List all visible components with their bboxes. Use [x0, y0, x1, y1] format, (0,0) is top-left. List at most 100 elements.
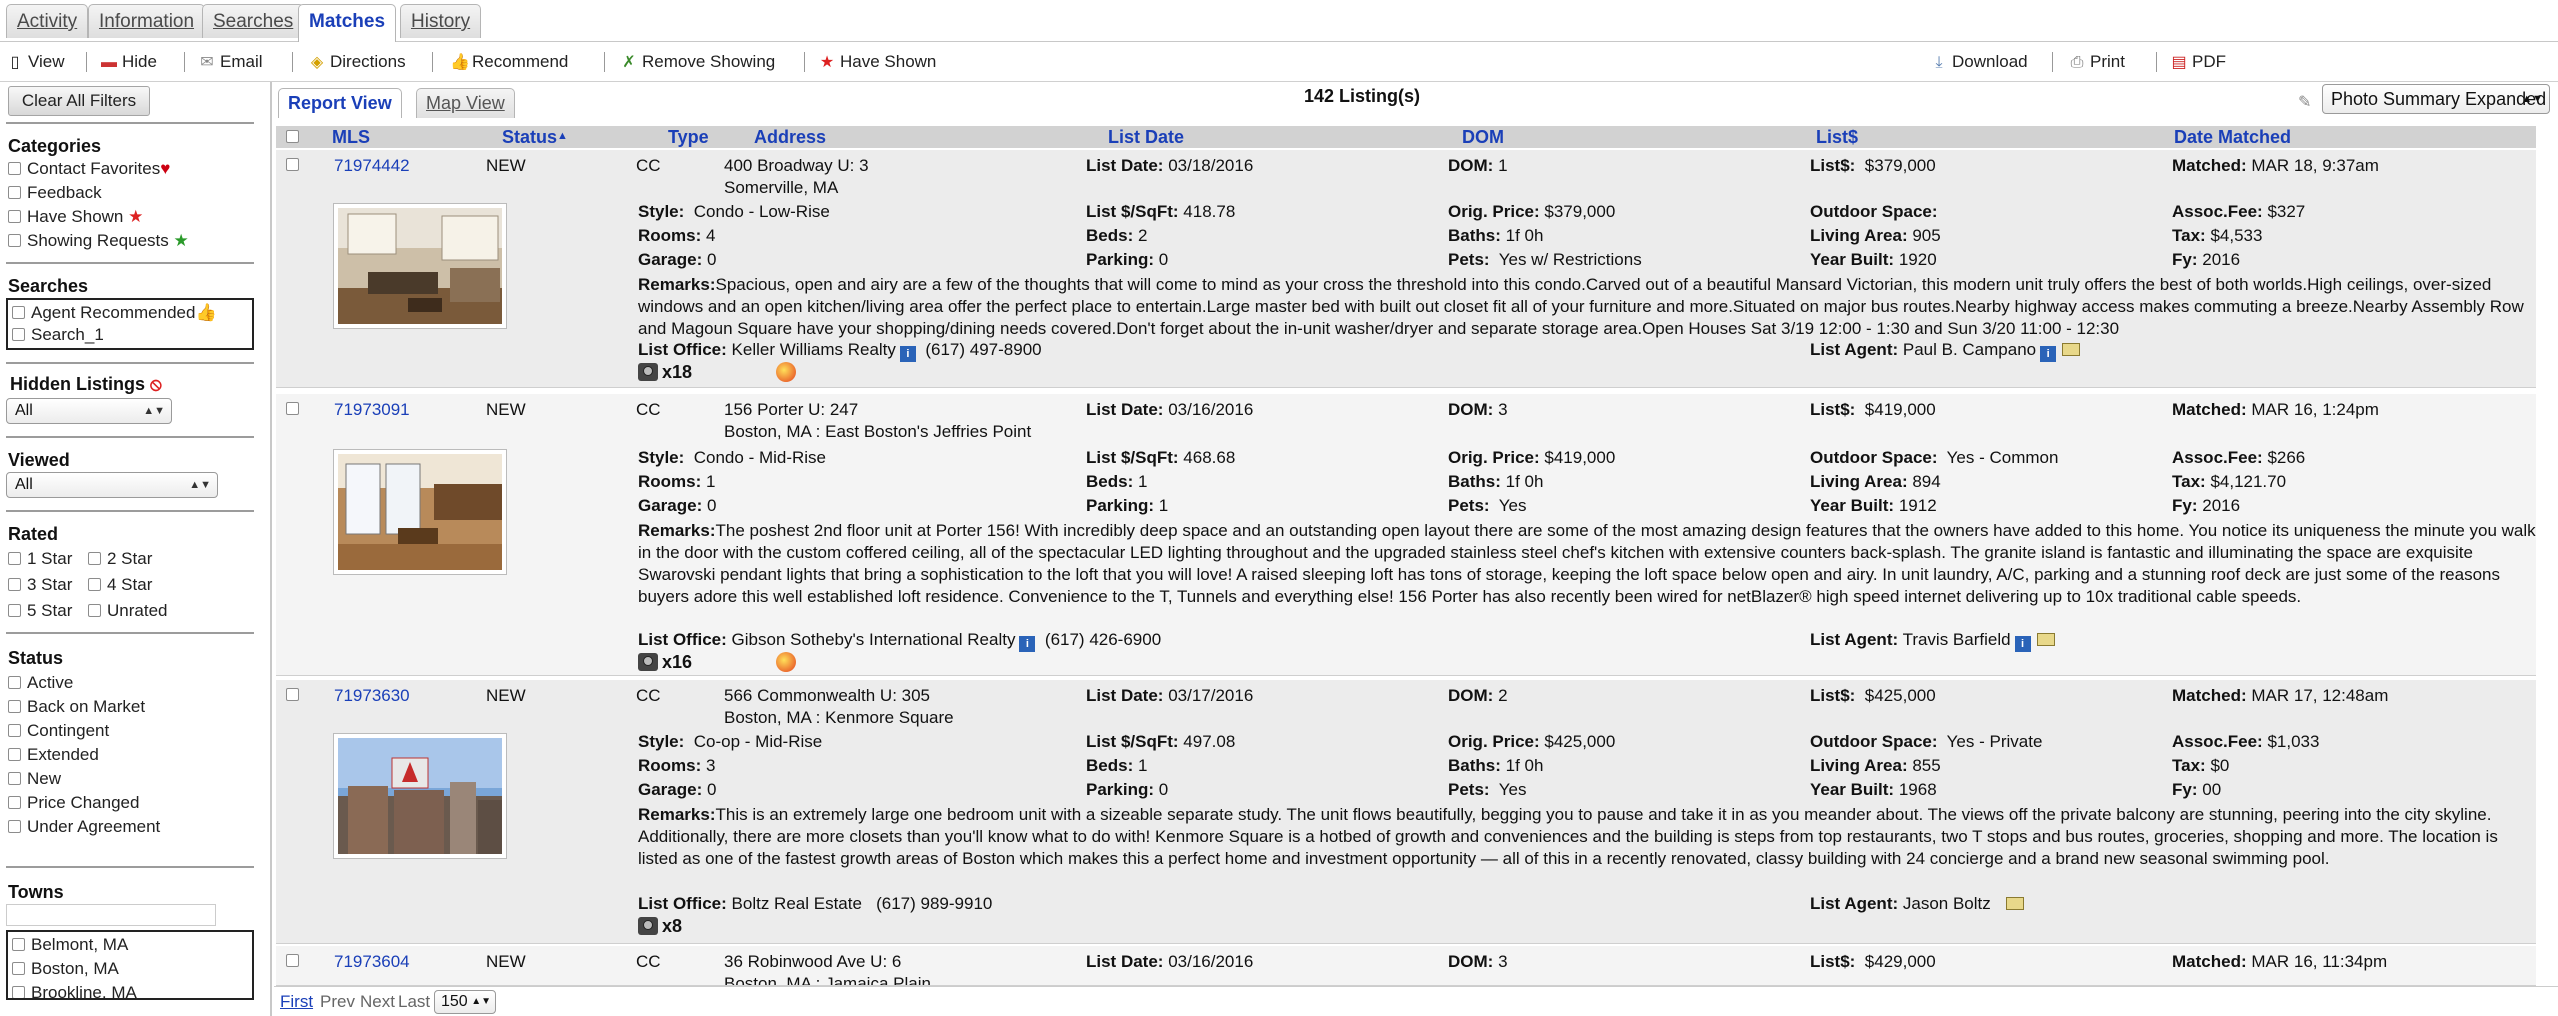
column-list-price[interactable]: List$ [1816, 127, 1858, 148]
column-date-matched[interactable]: Date Matched [2174, 127, 2291, 148]
view-button[interactable]: ▯ View [6, 50, 65, 74]
row-checkbox[interactable] [286, 954, 299, 967]
print-button[interactable]: ⎙ Print [2068, 50, 2125, 74]
checkbox[interactable] [8, 210, 21, 223]
column-address[interactable]: Address [754, 127, 826, 148]
hidden-listings-select[interactable]: All ▲▼ [6, 398, 172, 424]
mls-link[interactable]: 71974442 [334, 156, 410, 176]
checkbox[interactable] [8, 724, 21, 737]
page-size-select[interactable]: 150 ▲▼ [434, 990, 496, 1014]
directions-button[interactable]: ◈ Directions [308, 50, 406, 74]
category-contact-favorites[interactable]: Contact Favorites♥ [8, 158, 170, 180]
status-under-agreement[interactable]: Under Agreement [8, 816, 160, 838]
rated-4-star[interactable]: 4 Star [88, 574, 152, 596]
checkbox[interactable] [88, 578, 101, 591]
checkbox[interactable] [8, 186, 21, 199]
checkbox[interactable] [88, 604, 101, 617]
checkbox[interactable] [12, 306, 25, 319]
first-page-link[interactable]: First [280, 992, 313, 1012]
mls-link[interactable]: 71973604 [334, 952, 410, 972]
checkbox[interactable] [88, 552, 101, 565]
email-button[interactable]: ✉ Email [198, 50, 262, 74]
last-page-link[interactable]: Last [398, 992, 430, 1012]
towns-search-input[interactable] [6, 904, 216, 926]
email-agent-icon[interactable] [2006, 897, 2025, 910]
tab-history[interactable]: History [400, 4, 482, 38]
tab-searches[interactable]: Searches [202, 4, 305, 38]
recommend-button[interactable]: 👍 Recommend [450, 50, 568, 74]
column-status[interactable]: Status▲ [502, 127, 568, 148]
search-search-1[interactable]: Search_1 [12, 324, 104, 346]
checkbox[interactable] [8, 234, 21, 247]
status-price-changed[interactable]: Price Changed [8, 792, 139, 814]
office-info-icon[interactable]: i [1019, 636, 1036, 652]
tab-matches[interactable]: Matches [298, 4, 397, 42]
hide-button[interactable]: ▬ Hide [100, 50, 157, 74]
view-format-select[interactable]: Photo Summary Expanded ▲▼ [2322, 84, 2550, 114]
column-type[interactable]: Type [668, 127, 709, 148]
rated-1-star[interactable]: 1 Star [8, 548, 72, 570]
office-info-icon[interactable]: i [899, 346, 916, 362]
pdf-button[interactable]: ▤ PDF [2170, 50, 2226, 74]
row-checkbox[interactable] [286, 158, 299, 171]
column-list-date[interactable]: List Date [1108, 127, 1184, 148]
favorite-icon[interactable] [774, 650, 802, 672]
photo-count[interactable]: x16 [638, 652, 692, 673]
checkbox[interactable] [8, 162, 21, 175]
tab-map-view[interactable]: Map View [416, 88, 515, 118]
next-page-link[interactable]: Next [360, 992, 395, 1012]
checkbox[interactable] [12, 986, 25, 998]
photo-count[interactable]: x18 [638, 362, 692, 383]
agent-info-icon[interactable]: i [2014, 636, 2031, 652]
rated-unrated[interactable]: Unrated [88, 600, 167, 622]
listing-photo[interactable] [334, 450, 506, 574]
select-all-checkbox[interactable] [286, 130, 299, 143]
column-dom[interactable]: DOM [1462, 127, 1504, 148]
town-boston[interactable]: Boston, MA [12, 958, 119, 980]
rated-2-star[interactable]: 2 Star [88, 548, 152, 570]
status-back-on-market[interactable]: Back on Market [8, 696, 145, 718]
checkbox[interactable] [8, 676, 21, 689]
column-mls[interactable]: MLS [332, 127, 370, 148]
checkbox[interactable] [8, 552, 21, 565]
status-active[interactable]: Active [8, 672, 73, 694]
checkbox[interactable] [12, 328, 25, 341]
mls-link[interactable]: 71973630 [334, 686, 410, 706]
mls-link[interactable]: 71973091 [334, 400, 410, 420]
listing-photo[interactable] [334, 734, 506, 858]
row-checkbox[interactable] [286, 402, 299, 415]
rated-3-star[interactable]: 3 Star [8, 574, 72, 596]
town-belmont[interactable]: Belmont, MA [12, 934, 128, 956]
tab-information[interactable]: Information [88, 4, 206, 38]
checkbox[interactable] [8, 772, 21, 785]
status-contingent[interactable]: Contingent [8, 720, 109, 742]
status-new[interactable]: New [8, 768, 61, 790]
listing-photo[interactable] [334, 204, 506, 328]
photo-count[interactable]: x8 [638, 916, 682, 937]
search-agent-recommended[interactable]: Agent Recommended👍 [12, 302, 217, 324]
checkbox[interactable] [8, 578, 21, 591]
checkbox[interactable] [8, 604, 21, 617]
checkbox[interactable] [8, 820, 21, 833]
clear-filters-button[interactable]: Clear All Filters [8, 86, 150, 116]
town-brookline[interactable]: Brookline, MA [12, 982, 137, 998]
download-button[interactable]: ⤓ Download [1930, 50, 2027, 74]
row-checkbox[interactable] [286, 688, 299, 701]
status-extended[interactable]: Extended [8, 744, 99, 766]
tab-report-view[interactable]: Report View [278, 88, 402, 118]
category-showing-requests[interactable]: Showing Requests ★ [8, 230, 189, 252]
favorite-icon[interactable] [774, 360, 802, 382]
checkbox[interactable] [8, 796, 21, 809]
agent-info-icon[interactable]: i [2040, 346, 2057, 362]
remove-showing-button[interactable]: ✗ Remove Showing [620, 50, 775, 74]
checkbox[interactable] [12, 938, 25, 951]
viewed-select[interactable]: All ▲▼ [6, 472, 218, 498]
checkbox[interactable] [8, 700, 21, 713]
tab-activity[interactable]: Activity [6, 4, 89, 38]
category-have-shown[interactable]: Have Shown ★ [8, 206, 143, 228]
category-feedback[interactable]: Feedback [8, 182, 102, 204]
checkbox[interactable] [12, 962, 25, 975]
rated-5-star[interactable]: 5 Star [8, 600, 72, 622]
have-shown-button[interactable]: ★ Have Shown [818, 50, 937, 74]
prev-page-link[interactable]: Prev [320, 992, 355, 1012]
